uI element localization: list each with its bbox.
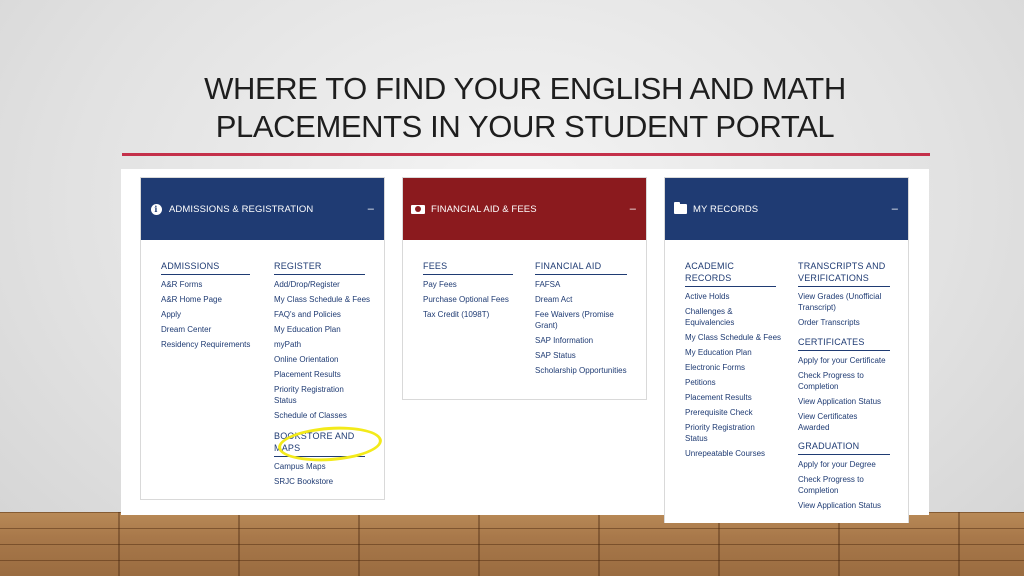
certificates-section: CERTIFICATES Apply for your Certificate … (798, 336, 890, 437)
transcripts-section: TRANSCRIPTS AND VERIFICATIONS View Grade… (798, 260, 890, 332)
link-dream-center[interactable]: Dream Center (161, 324, 250, 335)
admissions-registration-header[interactable]: i ADMISSIONS & REGISTRATION – (141, 178, 384, 240)
link-view-grades[interactable]: View Grades (Unofficial Transcript) (798, 291, 890, 313)
link-apply[interactable]: Apply (161, 309, 250, 320)
link-my-class-schedule-fees[interactable]: My Class Schedule & Fees (685, 332, 781, 343)
link-placement-results[interactable]: Placement Results (274, 369, 365, 380)
link-priority-registration-status[interactable]: Priority Registration Status (274, 384, 365, 406)
link-fee-waivers[interactable]: Fee Waivers (Promise Grant) (535, 309, 627, 331)
portal-screenshot: i ADMISSIONS & REGISTRATION – ADMISSIONS… (121, 169, 929, 523)
title-underline (122, 153, 930, 156)
collapse-icon[interactable]: – (892, 203, 898, 215)
link-view-application-status-certificate[interactable]: View Application Status (798, 396, 890, 407)
link-electronic-forms[interactable]: Electronic Forms (685, 362, 776, 373)
collapse-icon[interactable]: – (368, 203, 374, 215)
section-title-graduation: GRADUATION (798, 440, 890, 455)
link-priority-registration-status[interactable]: Priority Registration Status (685, 422, 776, 444)
link-ar-forms[interactable]: A&R Forms (161, 279, 250, 290)
link-dream-act[interactable]: Dream Act (535, 294, 627, 305)
info-icon: i (149, 203, 163, 215)
fees-section: FEES Pay Fees Purchase Optional Fees Tax… (423, 260, 513, 324)
link-campus-maps[interactable]: Campus Maps (274, 461, 365, 472)
financial-aid-fees-header[interactable]: FINANCIAL AID & FEES – (403, 178, 646, 240)
section-title-register: REGISTER (274, 260, 365, 275)
section-title-fees: FEES (423, 260, 513, 275)
folder-icon (673, 202, 687, 214)
link-view-application-status-degree[interactable]: View Application Status (798, 500, 890, 511)
graduation-section: GRADUATION Apply for your Degree Check P… (798, 440, 890, 515)
link-prerequisite-check[interactable]: Prerequisite Check (685, 407, 776, 418)
link-challenges-equivalencies[interactable]: Challenges & Equivalencies (685, 306, 776, 328)
link-unrepeatable-courses[interactable]: Unrepeatable Courses (685, 448, 776, 459)
link-apply-certificate[interactable]: Apply for your Certificate (798, 355, 890, 366)
slide-title: WHERE TO FIND YOUR ENGLISH AND MATH PLAC… (120, 70, 930, 146)
link-mypath[interactable]: myPath (274, 339, 365, 350)
link-check-progress-certificate[interactable]: Check Progress to Completion (798, 370, 890, 392)
link-placement-results[interactable]: Placement Results (685, 392, 776, 403)
link-tax-credit[interactable]: Tax Credit (1098T) (423, 309, 513, 320)
link-check-progress-degree[interactable]: Check Progress to Completion (798, 474, 890, 496)
academic-records-section: ACADEMIC RECORDS Active Holds Challenges… (685, 260, 781, 463)
link-my-class-schedule-fees[interactable]: My Class Schedule & Fees (274, 294, 370, 305)
link-sap-information[interactable]: SAP Information (535, 335, 627, 346)
admissions-section: ADMISSIONS A&R Forms A&R Home Page Apply… (161, 260, 250, 354)
admissions-registration-card: i ADMISSIONS & REGISTRATION – ADMISSIONS… (140, 177, 385, 500)
money-icon (411, 204, 425, 214)
link-add-drop-register[interactable]: Add/Drop/Register (274, 279, 365, 290)
link-order-transcripts[interactable]: Order Transcripts (798, 317, 890, 328)
link-faqs-policies[interactable]: FAQ's and Policies (274, 309, 365, 320)
financial-aid-section: FINANCIAL AID FAFSA Dream Act Fee Waiver… (535, 260, 627, 380)
financial-aid-fees-title: FINANCIAL AID & FEES (431, 203, 537, 215)
link-my-education-plan[interactable]: My Education Plan (274, 324, 365, 335)
link-fafsa[interactable]: FAFSA (535, 279, 627, 290)
slide-title-line-1: WHERE TO FIND YOUR ENGLISH AND MATH (204, 71, 846, 106)
section-title-certificates: CERTIFICATES (798, 336, 890, 351)
section-title-admissions: ADMISSIONS (161, 260, 250, 275)
link-pay-fees[interactable]: Pay Fees (423, 279, 513, 290)
link-my-education-plan[interactable]: My Education Plan (685, 347, 776, 358)
link-scholarship-opportunities[interactable]: Scholarship Opportunities (535, 365, 627, 376)
section-title-transcripts: TRANSCRIPTS AND VERIFICATIONS (798, 260, 890, 287)
link-ar-home-page[interactable]: A&R Home Page (161, 294, 250, 305)
link-petitions[interactable]: Petitions (685, 377, 776, 388)
section-title-academic-records: ACADEMIC RECORDS (685, 260, 776, 287)
link-view-certificates-awarded[interactable]: View Certificates Awarded (798, 411, 890, 433)
register-section: REGISTER Add/Drop/Register My Class Sche… (274, 260, 370, 425)
section-title-financial-aid: FINANCIAL AID (535, 260, 627, 275)
link-sap-status[interactable]: SAP Status (535, 350, 627, 361)
financial-aid-fees-card: FINANCIAL AID & FEES – FEES Pay Fees Pur… (402, 177, 647, 400)
my-records-header[interactable]: MY RECORDS – (665, 178, 908, 240)
collapse-icon[interactable]: – (630, 203, 636, 215)
link-purchase-optional-fees[interactable]: Purchase Optional Fees (423, 294, 513, 305)
link-residency-requirements[interactable]: Residency Requirements (161, 339, 250, 350)
link-online-orientation[interactable]: Online Orientation (274, 354, 365, 365)
link-active-holds[interactable]: Active Holds (685, 291, 776, 302)
link-schedule-of-classes[interactable]: Schedule of Classes (274, 410, 365, 421)
my-records-card: MY RECORDS – ACADEMIC RECORDS Active Hol… (664, 177, 909, 523)
link-apply-degree[interactable]: Apply for your Degree (798, 459, 890, 470)
my-records-title: MY RECORDS (693, 203, 759, 215)
link-srjc-bookstore[interactable]: SRJC Bookstore (274, 476, 365, 487)
admissions-registration-title: ADMISSIONS & REGISTRATION (169, 203, 314, 215)
slide-title-line-2: PLACEMENTS IN YOUR STUDENT PORTAL (215, 109, 835, 144)
